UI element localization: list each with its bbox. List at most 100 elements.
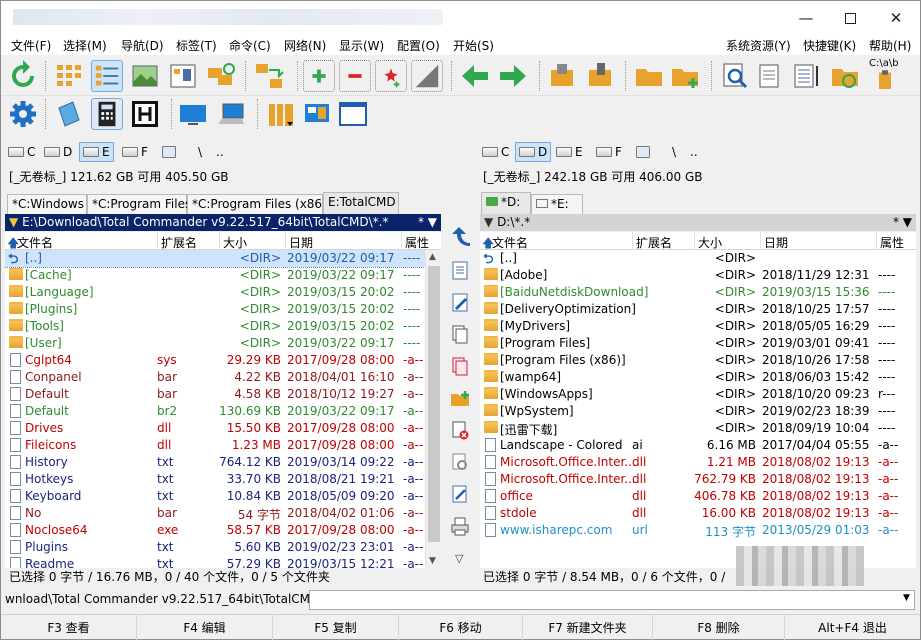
left-drive-c[interactable]: C [5, 142, 38, 162]
compare-dirs-icon[interactable] [253, 60, 285, 92]
file-row[interactable]: Microsoft.Office.Inter... dll 2018/08/02 1… [480, 454, 916, 471]
hex-editor-icon[interactable] [129, 98, 161, 130]
right-path-bar[interactable]: ▼ D:\*.* * ▼ [480, 214, 916, 231]
left-col-ext[interactable]: 扩展名 [161, 234, 197, 251]
left-path-history-button[interactable]: * ▼ [418, 215, 437, 229]
file-row[interactable]: Default bar 2018/10/12 19:27 -a-- 4.58 KB [5, 386, 425, 403]
menu-file[interactable]: 文件(F) [11, 37, 51, 54]
forward-arrow-icon[interactable] [497, 60, 529, 92]
file-row[interactable]: Readme txt 2019/03/15 12:21 -a-- 57.29 KB [5, 556, 425, 568]
command-input[interactable] [309, 590, 915, 610]
command-history-dropdown-icon[interactable]: ▼ [903, 593, 910, 603]
thumbnail-view-icon[interactable] [129, 60, 161, 92]
sync-dirs-icon[interactable] [829, 60, 861, 92]
left-col-name[interactable]: 文件名 [17, 234, 53, 251]
file-row[interactable]: ⮌ [..] 2019/03/22 09:17 ---- <DIR> [5, 250, 425, 268]
menu-view[interactable]: 显示(W) [339, 37, 384, 54]
file-row[interactable]: [Plugins] 2019/03/15 20:02 ---- <DIR> [5, 301, 425, 318]
file-row[interactable]: [User] 2019/03/22 09:17 ---- <DIR> [5, 335, 425, 352]
file-row[interactable]: Drives dll 2017/09/28 08:00 -a-- 15.50 KB [5, 420, 425, 437]
left-scroll-thumb[interactable] [428, 266, 440, 542]
right-col-attr[interactable]: 属性 [880, 234, 904, 251]
left-scrollbar[interactable]: ▲ ▼ [425, 250, 441, 568]
file-row[interactable]: [WpSystem] 2019/02/23 18:39 ---- <DIR> [480, 403, 916, 420]
file-row[interactable]: [DeliveryOptimization] 2018/10/25 17:57 --… [480, 301, 916, 318]
menu-select[interactable]: 选择(M) [63, 37, 107, 54]
full-view-icon[interactable] [91, 60, 123, 92]
alt-f4-exit-button[interactable]: Alt+F4 退出 [785, 615, 920, 640]
right-col-ext[interactable]: 扩展名 [636, 234, 672, 251]
view-file-icon[interactable] [450, 260, 470, 280]
properties-icon[interactable] [450, 452, 470, 472]
file-row[interactable]: [WindowsApps] 2018/10/20 09:23 r--- <DIR> [480, 386, 916, 403]
left-root-button[interactable]: \ [195, 142, 205, 162]
file-row[interactable]: No bar 2018/04/02 01:06 -a-- 54 字节 [5, 505, 425, 522]
file-row[interactable]: Hotkeys txt 2018/08/21 19:21 -a-- 33.70 KB [5, 471, 425, 488]
right-drive-f[interactable]: F [593, 142, 625, 162]
right-file-list[interactable]: ⮌ [..] <DIR> [Adobe] 2018/11/29 12:31 ---- <DI… [480, 250, 916, 568]
copy-file-icon[interactable] [450, 324, 470, 344]
left-parent-button[interactable]: .. [213, 142, 227, 162]
unselect-group-icon[interactable] [339, 60, 371, 92]
right-col-date[interactable]: 日期 [764, 234, 788, 251]
file-row[interactable]: [MyDrivers] 2018/05/05 16:29 ---- <DIR> [480, 318, 916, 335]
left-col-date[interactable]: 日期 [289, 234, 313, 251]
multi-rename-icon[interactable] [755, 60, 787, 92]
unpack-files-icon[interactable] [585, 60, 617, 92]
left-tab-3[interactable]: *C:Program Files (x86) [187, 194, 327, 214]
file-row[interactable]: Cglpt64 sys 2017/09/28 08:00 -a-- 29.29 KB [5, 352, 425, 369]
right-tab-2[interactable]: *E: [531, 194, 583, 214]
print-icon[interactable] [450, 516, 470, 536]
right-tab-1[interactable]: *D: [481, 192, 531, 214]
left-col-attr[interactable]: 属性 [405, 234, 429, 251]
right-parent-button[interactable]: .. [687, 142, 701, 162]
right-network-drive[interactable] [633, 142, 653, 162]
search-icon[interactable] [719, 60, 751, 92]
file-row[interactable]: Microsoft.Office.Inter... dll 2018/08/02 1… [480, 471, 916, 488]
left-tab-1[interactable]: *C:Windows [7, 194, 87, 214]
left-tab-4[interactable]: E:TotalCMD [323, 192, 399, 214]
menu-start[interactable]: 开始(S) [453, 37, 494, 54]
file-row[interactable]: Landscape - Colored ai 2017/04/04 05:55 -a-… [480, 437, 916, 454]
f3-view-button[interactable]: F3 查看 [1, 615, 137, 640]
add-folder-icon[interactable] [669, 60, 701, 92]
right-drive-d[interactable]: D [515, 142, 552, 162]
f8-delete-button[interactable]: F8 删除 [653, 615, 785, 640]
left-tab-2[interactable]: *C:Program Files [87, 194, 191, 214]
f5-copy-button[interactable]: F5 复制 [273, 615, 399, 640]
close-button[interactable]: ✕ [873, 1, 919, 35]
select-group-icon[interactable] [303, 60, 335, 92]
scroll-up-icon[interactable]: ▲ [429, 252, 436, 262]
this-pc-icon[interactable] [215, 98, 247, 130]
right-col-name[interactable]: 文件名 [492, 234, 528, 251]
right-drive-e[interactable]: E [553, 142, 586, 162]
more-buttons-icon[interactable]: ▽ [455, 552, 463, 565]
file-row[interactable]: [Program Files (x86)] 2018/10/26 17:58 ---… [480, 352, 916, 369]
f4-edit-button[interactable]: F4 编辑 [137, 615, 273, 640]
window-icon[interactable] [337, 98, 369, 130]
new-folder-icon[interactable] [450, 388, 470, 408]
file-row[interactable]: Plugins txt 2019/02/23 23:01 -a-- 5.60 KB [5, 539, 425, 556]
file-row[interactable]: www.isharepc.com url 2013/05/29 01:03 -a-- 1… [480, 522, 916, 539]
file-row[interactable]: [wamp64] 2018/06/03 15:42 ---- <DIR> [480, 369, 916, 386]
left-drive-e[interactable]: E [79, 142, 114, 162]
file-row[interactable]: [Adobe] 2018/11/29 12:31 ---- <DIR> [480, 267, 916, 284]
move-file-icon[interactable] [450, 356, 470, 376]
file-row[interactable]: Keyboard txt 2018/05/09 09:20 -a-- 10.84 KB [5, 488, 425, 505]
back-arrow-icon[interactable] [459, 60, 491, 92]
right-path-history-button[interactable]: * ▼ [893, 215, 912, 229]
menu-commands[interactable]: 命令(C) [229, 37, 271, 54]
control-panel-icon[interactable] [301, 98, 333, 130]
file-row[interactable]: ⮌ [..] <DIR> [480, 250, 916, 267]
file-row[interactable]: [Tools] 2019/03/15 20:02 ---- <DIR> [5, 318, 425, 335]
file-row[interactable]: stdole dll 2018/08/02 19:13 -a-- 16.00 KB [480, 505, 916, 522]
file-row[interactable]: [Cache] 2019/03/22 09:17 ---- <DIR> [5, 267, 425, 284]
file-row[interactable]: [BaiduNetdiskDownload] 2019/03/15 15:36 --… [480, 284, 916, 301]
scroll-down-icon[interactable]: ▼ [429, 556, 436, 566]
f7-new-folder-button[interactable]: F7 新建文件夹 [523, 615, 653, 640]
file-row[interactable]: Default br2 2019/03/22 09:17 -a-- 130.69 KB [5, 403, 425, 420]
sync-folders-icon[interactable] [205, 60, 237, 92]
left-col-size[interactable]: 大小 [223, 234, 247, 251]
left-path-bar[interactable]: ▼ E:\Download\Total Commander v9.22.517_… [5, 214, 441, 231]
file-row[interactable]: office dll 2018/08/02 19:13 -a-- 406.78 KB [480, 488, 916, 505]
